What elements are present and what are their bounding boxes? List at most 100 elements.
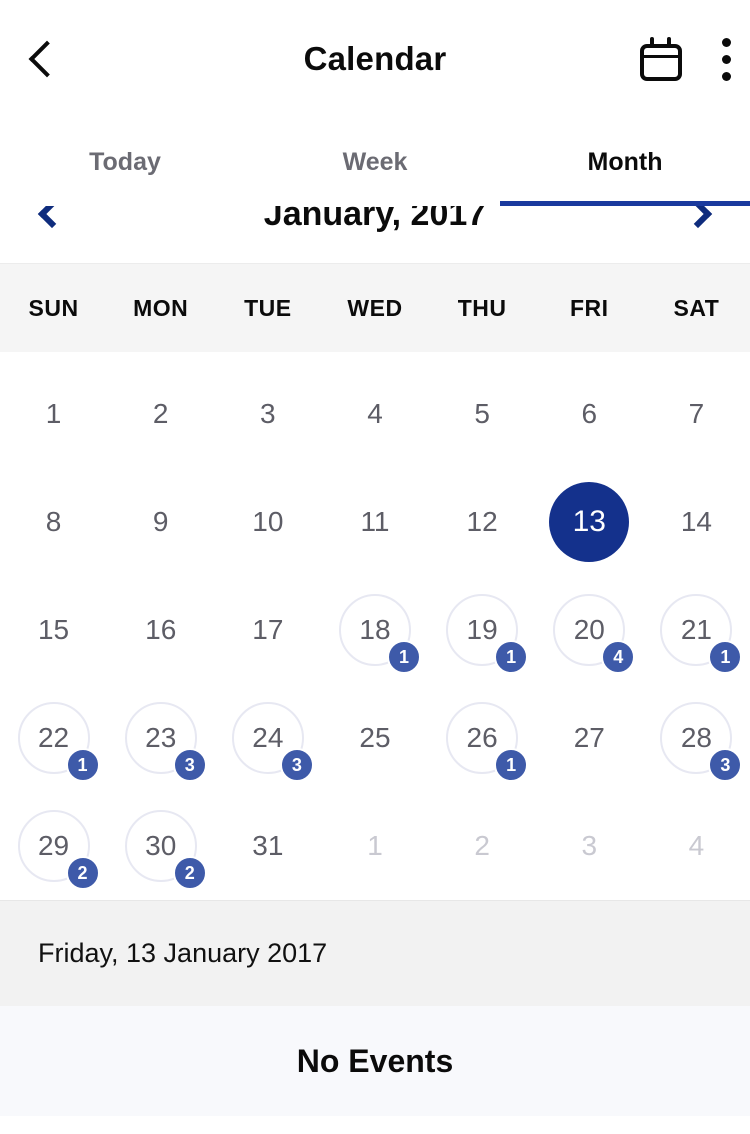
day-cell[interactable]: 10 — [214, 468, 321, 576]
day-cell[interactable]: 15 — [0, 576, 107, 684]
day-cell[interactable]: 5 — [429, 360, 536, 468]
day-number: 17 — [252, 614, 284, 645]
weekday-fri: FRI — [569, 294, 609, 321]
day-cell[interactable]: 4 — [643, 792, 750, 900]
page-title: Calendar — [303, 40, 447, 77]
day-cell[interactable]: 6 — [536, 360, 643, 468]
day-inner: 14 — [660, 486, 732, 558]
day-inner: 8 — [18, 486, 90, 558]
day-number: 12 — [466, 506, 498, 537]
tab-today[interactable]: Today — [0, 118, 250, 206]
event-count-badge: 3 — [172, 748, 207, 782]
day-cell[interactable]: 21 1 — [643, 576, 750, 684]
calendar-icon-body — [640, 44, 682, 81]
month-navigation-inner: January, 2017 — [0, 206, 750, 262]
event-count-badge: 1 — [494, 748, 529, 782]
day-cell[interactable]: 17 — [214, 576, 321, 684]
day-cell[interactable]: 14 — [643, 468, 750, 576]
day-cell[interactable]: 4 — [321, 360, 428, 468]
app-bar-actions — [640, 37, 750, 81]
day-number: 20 — [573, 614, 605, 645]
day-number: 1 — [367, 830, 383, 861]
day-inner: 19 1 — [446, 594, 529, 674]
day-cell[interactable]: 7 — [643, 360, 750, 468]
day-inner: 4 — [339, 378, 411, 450]
events-pane: No Events — [0, 1006, 750, 1116]
day-cell[interactable]: 1 — [321, 792, 428, 900]
day-cell[interactable]: 30 2 — [107, 792, 214, 900]
day-number: 11 — [360, 506, 390, 537]
day-cell[interactable]: 20 4 — [536, 576, 643, 684]
kebab-menu-icon[interactable] — [722, 37, 732, 81]
weekday-header: SUN MON TUE WED THU FRI SAT — [0, 264, 750, 352]
selected-date-bar: Friday, 13 January 2017 — [0, 900, 750, 1006]
calendar-screen: Calendar Today Week Month January, 2017 … — [0, 0, 750, 1134]
day-cell[interactable]: 26 1 — [429, 684, 536, 792]
day-number: 21 — [680, 614, 712, 645]
day-cell[interactable]: 22 1 — [0, 684, 107, 792]
calendar-week-row: 8 9 10 11 12 13 14 — [0, 468, 750, 576]
calendar-week-row: 15 16 17 18 1 19 1 20 4 21 1 — [0, 576, 750, 684]
day-cell[interactable]: 28 3 — [643, 684, 750, 792]
day-cell[interactable]: 19 1 — [429, 576, 536, 684]
day-inner: 9 — [125, 486, 197, 558]
calendar-icon-divider — [642, 55, 680, 58]
back-button[interactable] — [0, 0, 86, 118]
day-number: 9 — [152, 506, 169, 537]
day-number: 31 — [252, 830, 284, 861]
next-month-button[interactable] — [683, 206, 713, 229]
month-navigation: January, 2017 — [0, 206, 750, 264]
day-inner: 1 — [18, 378, 90, 450]
tab-today-label: Today — [89, 147, 161, 176]
day-number: 29 — [37, 830, 70, 861]
day-inner: 2 — [125, 378, 197, 450]
day-number: 8 — [45, 506, 62, 537]
day-inner: 28 3 — [660, 702, 743, 782]
tab-week[interactable]: Week — [250, 118, 500, 206]
day-cell[interactable]: 25 — [321, 684, 428, 792]
event-count-badge: 2 — [65, 856, 100, 890]
previous-month-button[interactable] — [37, 206, 67, 229]
day-cell[interactable]: 3 — [536, 792, 643, 900]
day-cell[interactable]: 2 — [429, 792, 536, 900]
day-number: 27 — [573, 722, 605, 753]
app-bar: Calendar — [0, 0, 750, 118]
calendar-week-row: 29 2 30 2 31 1 2 3 4 — [0, 792, 750, 900]
day-cell[interactable]: 3 — [214, 360, 321, 468]
tab-month[interactable]: Month — [500, 118, 750, 206]
day-cell[interactable]: 24 3 — [214, 684, 321, 792]
day-number: 15 — [37, 614, 70, 645]
weekday-sat: SAT — [673, 294, 720, 321]
kebab-dot-2 — [722, 54, 731, 64]
day-inner: 17 — [232, 594, 304, 666]
day-cell[interactable]: 12 — [429, 468, 536, 576]
day-cell[interactable]: 18 1 — [321, 576, 428, 684]
day-cell[interactable]: 31 — [214, 792, 321, 900]
calendar-icon[interactable] — [640, 37, 682, 81]
day-inner: 3 — [553, 810, 625, 882]
day-cell[interactable]: 13 — [536, 468, 643, 576]
day-number: 3 — [581, 830, 598, 861]
day-cell[interactable]: 16 — [107, 576, 214, 684]
day-cell[interactable]: 27 — [536, 684, 643, 792]
day-cell[interactable]: 11 — [321, 468, 428, 576]
day-cell[interactable]: 29 2 — [0, 792, 107, 900]
calendar-grid: 1 2 3 4 5 6 7 8 9 10 11 12 13 14 15 16 17 18 1 19 1 20 4 21 1 22 1… — [0, 352, 750, 900]
day-number: 23 — [145, 722, 177, 753]
day-inner: 18 1 — [338, 594, 421, 674]
day-number: 30 — [145, 830, 177, 861]
day-inner: 16 — [125, 594, 197, 666]
day-number: 4 — [688, 830, 705, 861]
day-cell[interactable]: 8 — [0, 468, 107, 576]
day-cell[interactable]: 23 3 — [107, 684, 214, 792]
day-number: 18 — [359, 614, 391, 645]
event-count-badge: 1 — [494, 640, 529, 674]
day-inner: 7 — [660, 378, 732, 450]
day-inner: 20 4 — [553, 594, 636, 674]
day-number: 2 — [474, 830, 490, 861]
day-cell[interactable]: 1 — [0, 360, 107, 468]
day-cell[interactable]: 2 — [107, 360, 214, 468]
day-inner: 15 — [18, 594, 90, 666]
day-cell[interactable]: 9 — [107, 468, 214, 576]
day-inner: 5 — [446, 378, 518, 450]
